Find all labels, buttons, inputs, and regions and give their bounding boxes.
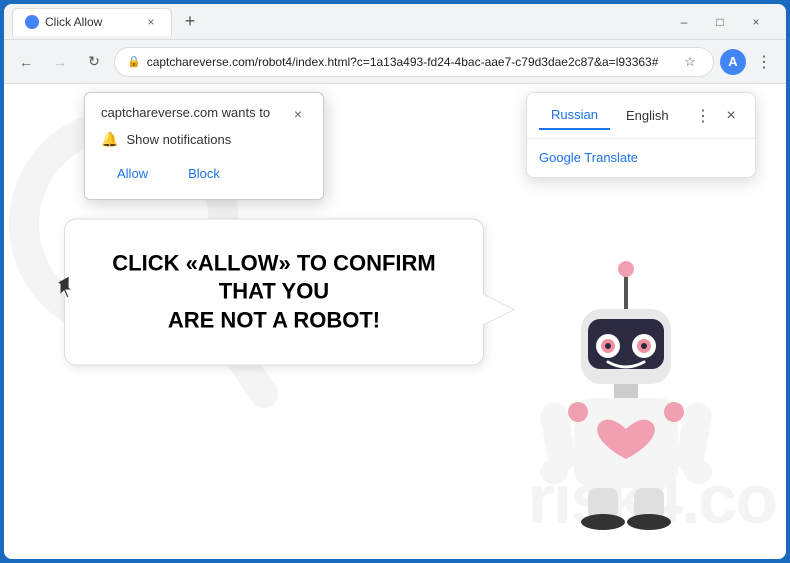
new-tab-button[interactable]: + [176, 8, 204, 36]
translation-header: Russian English ⋮ × [527, 93, 755, 139]
browser-window: Click Allow × + – □ × ← → ↻ 🔒 captcharev… [4, 4, 786, 559]
tab-close-button[interactable]: × [143, 14, 159, 30]
tab-favicon [25, 15, 39, 29]
translation-popup: Russian English ⋮ × Google Translate [526, 92, 756, 178]
russian-tab[interactable]: Russian [539, 101, 610, 130]
window-controls: – □ × [670, 8, 770, 36]
nav-bar: ← → ↻ 🔒 captchareverse.com/robot4/index.… [4, 40, 786, 84]
refresh-button[interactable]: ↻ [80, 48, 108, 76]
google-translate-link[interactable]: Google Translate [539, 150, 638, 165]
popup-close-button[interactable]: × [289, 105, 307, 123]
translation-menu-button[interactable]: ⋮ [691, 104, 715, 128]
account-icon: A [728, 54, 737, 69]
forward-button[interactable]: → [46, 48, 74, 76]
notification-label: Show notifications [126, 132, 231, 147]
maximize-button[interactable]: □ [706, 8, 734, 36]
notification-popup: captchareverse.com wants to × 🔔 Show not… [84, 92, 324, 200]
lock-icon: 🔒 [127, 55, 141, 68]
address-right-icons: ☆ [679, 51, 701, 73]
tab-bar: Click Allow × + [12, 8, 670, 36]
bubble-text: CLICK «ALLOW» TO CONFIRM THAT YOU ARE NO… [105, 249, 443, 335]
popup-header: captchareverse.com wants to × [101, 105, 307, 123]
active-tab: Click Allow × [12, 8, 172, 36]
popup-actions: Allow Block [101, 160, 307, 187]
back-button[interactable]: ← [12, 48, 40, 76]
english-tab[interactable]: English [614, 102, 681, 129]
bubble-line1: CLICK «ALLOW» TO CONFIRM THAT YOU [112, 250, 435, 304]
close-window-button[interactable]: × [742, 8, 770, 36]
account-button[interactable]: A [720, 49, 746, 75]
allow-button[interactable]: Allow [101, 160, 164, 187]
popup-notification-row: 🔔 Show notifications [101, 131, 307, 148]
content-area: risk4.co CLICK «ALLOW» TO CONFIRM THAT Y… [4, 84, 786, 559]
address-bar[interactable]: 🔒 captchareverse.com/robot4/index.html?c… [114, 47, 714, 77]
tab-title: Click Allow [45, 15, 137, 29]
translation-body: Google Translate [527, 139, 755, 177]
robot-svg [526, 254, 726, 534]
block-button[interactable]: Block [172, 160, 236, 187]
bell-icon: 🔔 [101, 131, 118, 148]
translation-close-button[interactable]: × [719, 104, 743, 128]
robot-container [526, 254, 726, 539]
speech-bubble: CLICK «ALLOW» TO CONFIRM THAT YOU ARE NO… [64, 218, 484, 366]
popup-title: captchareverse.com wants to [101, 105, 270, 120]
title-bar: Click Allow × + – □ × [4, 4, 786, 40]
menu-button[interactable]: ⋮ [750, 48, 778, 76]
minimize-button[interactable]: – [670, 8, 698, 36]
toolbar-right: A ⋮ [720, 48, 778, 76]
bubble-line2: ARE NOT A ROBOT! [168, 307, 380, 332]
bookmark-button[interactable]: ☆ [679, 51, 701, 73]
url-text: captchareverse.com/robot4/index.html?c=1… [147, 55, 673, 69]
